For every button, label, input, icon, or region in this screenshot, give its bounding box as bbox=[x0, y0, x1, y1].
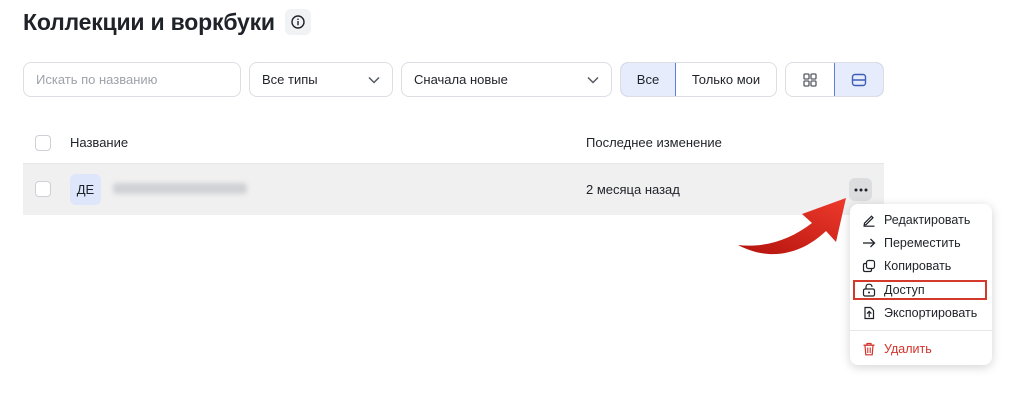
pencil-icon bbox=[862, 213, 876, 227]
scope-mine-button[interactable]: Только мои bbox=[676, 63, 776, 96]
menu-item-delete[interactable]: Удалить bbox=[850, 338, 992, 360]
view-mode-control bbox=[785, 62, 884, 97]
menu-item-move[interactable]: Переместить bbox=[850, 232, 992, 254]
search-input[interactable]: Искать по названию bbox=[23, 62, 241, 97]
menu-item-copy[interactable]: Копировать bbox=[850, 255, 992, 277]
menu-item-move-label: Переместить bbox=[884, 236, 961, 250]
arrow-right-icon bbox=[862, 236, 876, 250]
chevron-down-icon bbox=[368, 76, 380, 84]
table-header: Название Последнее изменение bbox=[23, 122, 884, 164]
chevron-down-icon bbox=[587, 76, 599, 84]
page-header: Коллекции и воркбуки bbox=[23, 6, 311, 38]
pointer-arrow bbox=[738, 198, 846, 255]
menu-divider bbox=[850, 330, 992, 331]
sort-select[interactable]: Сначала новые bbox=[401, 62, 612, 97]
access-highlight-frame bbox=[853, 280, 987, 300]
menu-item-export-label: Экспортировать bbox=[884, 306, 978, 320]
menu-item-edit[interactable]: Редактировать bbox=[850, 209, 992, 231]
search-placeholder: Искать по названию bbox=[36, 72, 158, 87]
copy-icon bbox=[862, 259, 876, 273]
grid-view-button[interactable] bbox=[786, 63, 834, 96]
grid-view-icon bbox=[803, 72, 817, 87]
type-filter-value: Все типы bbox=[262, 72, 318, 87]
menu-item-copy-label: Копировать bbox=[884, 259, 952, 273]
column-name-header: Название bbox=[70, 135, 129, 150]
column-modified-header: Последнее изменение bbox=[586, 135, 722, 150]
sort-value: Сначала новые bbox=[414, 72, 508, 87]
row-checkbox[interactable] bbox=[35, 181, 51, 197]
menu-item-export[interactable]: Экспортировать bbox=[850, 302, 992, 324]
info-button[interactable] bbox=[284, 9, 311, 35]
scope-segmented-control: Все Только мои bbox=[620, 62, 777, 97]
export-icon bbox=[862, 306, 876, 320]
workbook-avatar: ДЕ bbox=[70, 174, 101, 205]
menu-item-edit-label: Редактировать bbox=[884, 213, 971, 227]
page-title: Коллекции и воркбуки bbox=[23, 8, 275, 35]
row-modified-date: 2 месяца назад bbox=[586, 182, 680, 197]
type-filter-select[interactable]: Все типы bbox=[249, 62, 393, 97]
menu-item-delete-label: Удалить bbox=[884, 342, 932, 356]
select-all-checkbox[interactable] bbox=[35, 135, 51, 151]
list-view-icon bbox=[851, 73, 867, 86]
trash-icon bbox=[862, 342, 876, 356]
info-icon bbox=[291, 15, 305, 29]
list-view-button[interactable] bbox=[834, 63, 883, 96]
scope-all-button[interactable]: Все bbox=[621, 63, 676, 96]
blurred-workbook-name[interactable] bbox=[113, 183, 247, 194]
